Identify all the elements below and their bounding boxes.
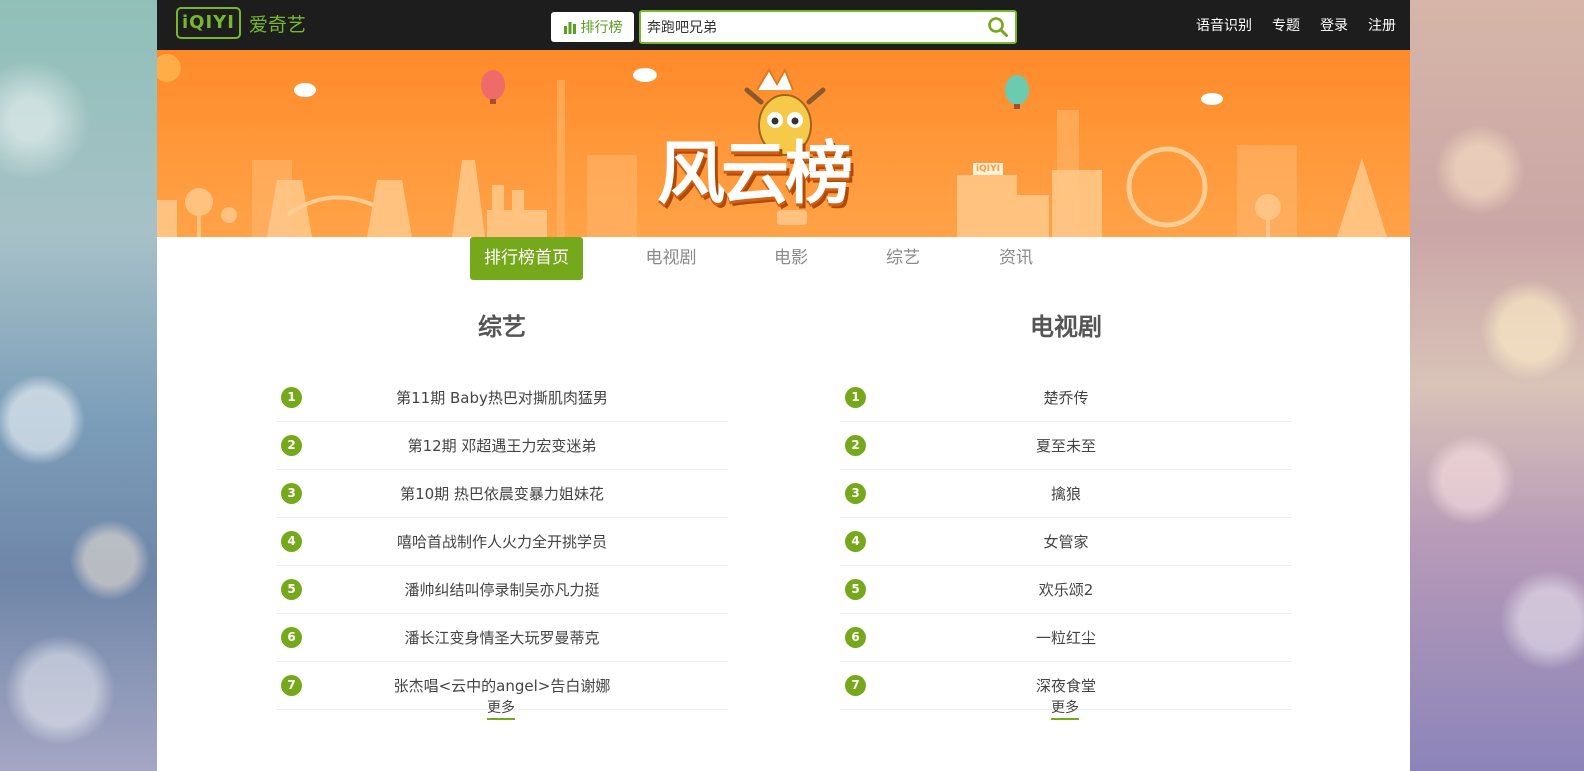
- logo-text: 爱奇艺: [248, 13, 306, 36]
- bar-chart-icon: [563, 22, 576, 34]
- variety-title: 综艺: [478, 313, 526, 341]
- register-link[interactable]: 注册: [1368, 15, 1396, 35]
- banner: 风云榜 iQIYI: [157, 50, 1410, 237]
- tv-list: 1 楚乔传 2 夏至未至 3 擒狼 4 女管家 5 欢乐颂2 6 一粒红尘 7 深夜食堂: [840, 374, 1292, 710]
- tab-variety[interactable]: 综艺: [877, 237, 929, 280]
- search-box: [639, 10, 1017, 44]
- item-title[interactable]: 擒狼: [840, 483, 1292, 504]
- item-title[interactable]: 女管家: [840, 531, 1292, 552]
- topics-link[interactable]: 专题: [1272, 15, 1300, 35]
- list-item[interactable]: 5 潘帅纠结叫停录制吴亦凡力挺: [276, 566, 728, 614]
- nav-tabs: 排行榜首页 电视剧 电影 综艺 资讯: [157, 237, 1410, 297]
- rank-badge: 5: [845, 579, 866, 600]
- list-item[interactable]: 2 第12期 邓超遇王力宏变迷弟: [276, 422, 728, 470]
- ranking-button[interactable]: 排行榜: [551, 12, 634, 42]
- tv-ranking: 电视剧 1 楚乔传 2 夏至未至 3 擒狼 4 女管家 5 欢乐颂2 6 一粒红尘 7 深夜食…: [840, 300, 1292, 720]
- banner-title: 风云榜: [657, 134, 853, 214]
- rank-badge: 2: [281, 435, 302, 456]
- list-item[interactable]: 1 第11期 Baby热巴对撕肌肉猛男: [276, 374, 728, 422]
- tab-tv[interactable]: 电视剧: [637, 237, 705, 280]
- logo-mark: iQIYI: [176, 7, 241, 39]
- rank-badge: 1: [845, 387, 866, 408]
- item-title[interactable]: 楚乔传: [840, 387, 1292, 408]
- item-title[interactable]: 一粒红尘: [840, 627, 1292, 648]
- tab-news[interactable]: 资讯: [990, 237, 1042, 280]
- search-icon[interactable]: [985, 14, 1011, 40]
- variety-ranking: 综艺 1 第11期 Baby热巴对撕肌肉猛男 2 第12期 邓超遇王力宏变迷弟 3第…: [276, 300, 728, 720]
- login-link[interactable]: 登录: [1320, 15, 1348, 35]
- rank-badge: 3: [845, 483, 866, 504]
- variety-list: 1 第11期 Baby热巴对撕肌肉猛男 2 第12期 邓超遇王力宏变迷弟 3 第10期…: [276, 374, 728, 710]
- rank-badge: 3: [281, 483, 302, 504]
- tv-title: 电视剧: [1030, 313, 1102, 341]
- ranking-button-label: 排行榜: [580, 20, 623, 36]
- top-links: 语音识别 专题 登录 注册: [1196, 0, 1396, 50]
- item-title[interactable]: 夏至未至: [840, 435, 1292, 456]
- tv-more-link[interactable]: 更多: [1051, 697, 1079, 720]
- variety-more-link[interactable]: 更多: [487, 697, 515, 720]
- rank-badge: 5: [281, 579, 302, 600]
- search-input[interactable]: [641, 19, 985, 35]
- tab-movie[interactable]: 电影: [765, 237, 817, 280]
- list-item[interactable]: 5 欢乐颂2: [840, 566, 1292, 614]
- page-container: iQIYI 爱奇艺 排行榜 语音识别 专题 登录 注册: [157, 0, 1410, 771]
- rank-badge: 6: [845, 627, 866, 648]
- item-title[interactable]: 第12期 邓超遇王力宏变迷弟: [276, 435, 728, 456]
- list-item[interactable]: 2 夏至未至: [840, 422, 1292, 470]
- item-title[interactable]: 嘻哈首战制作人火力全开挑学员: [276, 531, 728, 552]
- rank-badge: 7: [845, 675, 866, 696]
- rank-badge: 2: [845, 435, 866, 456]
- list-item[interactable]: 4 女管家: [840, 518, 1292, 566]
- item-title[interactable]: 第11期 Baby热巴对撕肌肉猛男: [276, 387, 728, 408]
- list-item[interactable]: 1 楚乔传: [840, 374, 1292, 422]
- tab-ranking-home[interactable]: 排行榜首页: [470, 237, 583, 280]
- logo[interactable]: iQIYI 爱奇艺: [176, 7, 306, 39]
- list-item[interactable]: 3 擒狼: [840, 470, 1292, 518]
- rank-badge: 4: [845, 531, 866, 552]
- rank-badge: 1: [281, 387, 302, 408]
- list-item[interactable]: 6 一粒红尘: [840, 614, 1292, 662]
- item-title[interactable]: 深夜食堂: [840, 675, 1292, 696]
- item-title[interactable]: 欢乐颂2: [840, 579, 1292, 600]
- item-title[interactable]: 潘帅纠结叫停录制吴亦凡力挺: [276, 579, 728, 600]
- background-right: [1410, 0, 1584, 771]
- item-title[interactable]: 张杰唱<云中的angel>告白谢娜: [276, 675, 728, 696]
- rank-badge: 6: [281, 627, 302, 648]
- top-bar: iQIYI 爱奇艺 排行榜 语音识别 专题 登录 注册: [157, 0, 1410, 50]
- item-title[interactable]: 潘长江变身情圣大玩罗曼蒂克: [276, 627, 728, 648]
- rank-badge: 4: [281, 531, 302, 552]
- list-item[interactable]: 4 嘻哈首战制作人火力全开挑学员: [276, 518, 728, 566]
- list-item[interactable]: 3 第10期 热巴依晨变暴力姐妹花: [276, 470, 728, 518]
- background-left: [0, 0, 158, 771]
- item-title[interactable]: 第10期 热巴依晨变暴力姐妹花: [276, 483, 728, 504]
- rank-badge: 7: [281, 675, 302, 696]
- list-item[interactable]: 6 潘长江变身情圣大玩罗曼蒂克: [276, 614, 728, 662]
- banner-iqiyi-badge: iQIYI: [973, 163, 1003, 175]
- voice-recognition-link[interactable]: 语音识别: [1196, 15, 1252, 35]
